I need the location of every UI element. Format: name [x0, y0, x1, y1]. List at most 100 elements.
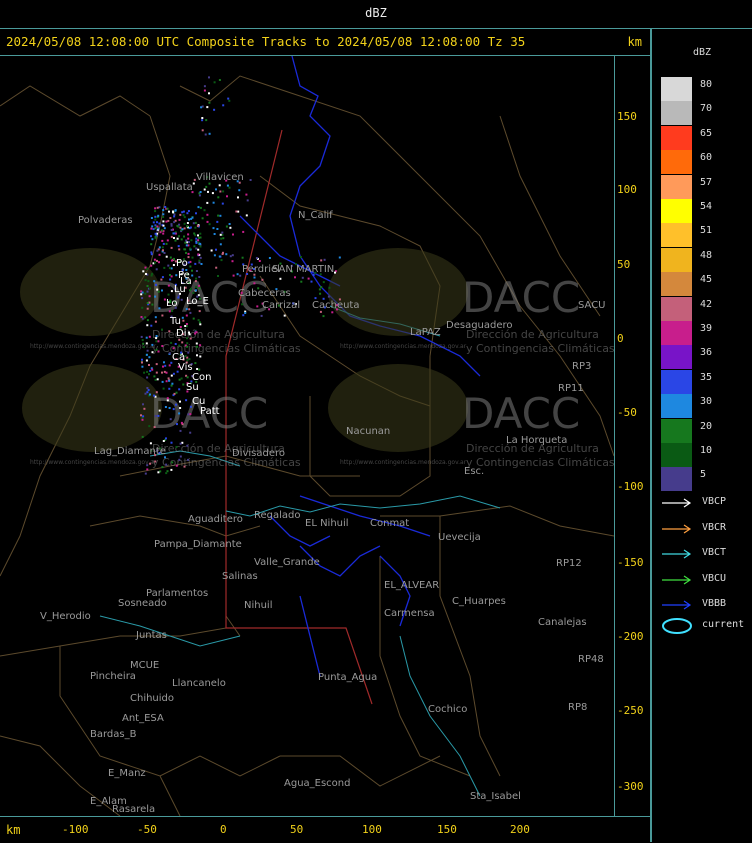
- radar-echo-pixel: [196, 225, 199, 227]
- radar-echo-pixel: [157, 414, 160, 417]
- color-swatch-value: 36: [700, 347, 713, 359]
- radar-echo-pixel: [197, 206, 200, 209]
- radar-echo-pixel: [185, 244, 188, 247]
- radar-echo-pixel: [144, 392, 147, 395]
- radar-echo-pixel: [158, 409, 161, 412]
- watermark-line2: y Contingencias Climáticas: [466, 342, 614, 355]
- radar-echo-pixel: [260, 314, 263, 317]
- radar-echo-pixel: [155, 391, 158, 394]
- radar-echo-pixel: [168, 310, 171, 313]
- radar-echo-pixel: [199, 344, 202, 347]
- radar-echo-pixel: [177, 296, 180, 299]
- track-entry: VBBB: [660, 598, 750, 612]
- radar-echo-pixel: [173, 213, 176, 216]
- radar-map[interactable]: DACC DACC DACC DACC Dirección de Agricul…: [0, 56, 614, 816]
- place-label: Cochico: [428, 704, 467, 715]
- storm-id-label: Tu: [169, 316, 181, 327]
- radar-echo-pixel: [154, 316, 157, 319]
- radar-echo-pixel: [199, 245, 202, 248]
- x-tick: 150: [437, 823, 457, 836]
- radar-echo-pixel: [154, 218, 157, 221]
- radar-echo-pixel: [186, 359, 189, 362]
- radar-echo-pixel: [178, 344, 181, 347]
- radar-echo-pixel: [197, 234, 199, 237]
- storm-id-label: Patt: [200, 406, 220, 417]
- y-tick: -50: [617, 406, 637, 419]
- radar-echo-pixel: [166, 239, 169, 242]
- radar-echo-pixel: [174, 343, 177, 345]
- radar-echo-pixel: [159, 470, 162, 473]
- radar-echo-pixel: [154, 235, 157, 238]
- radar-echo-pixel: [154, 414, 157, 417]
- color-swatch-value: 70: [700, 103, 713, 115]
- radar-echo-pixel: [229, 255, 232, 258]
- place-label: Polvaderas: [78, 215, 133, 226]
- track-entry: VBCU: [660, 573, 750, 587]
- radar-echo-pixel: [176, 423, 178, 426]
- radar-echo-pixel: [203, 85, 206, 88]
- color-swatch: [661, 223, 692, 248]
- radar-echo-pixel: [141, 435, 144, 438]
- radar-echo-pixel: [181, 316, 184, 319]
- radar-echo-pixel: [162, 220, 165, 223]
- place-label: Cacheuta: [312, 300, 360, 311]
- place-label: RP12: [556, 558, 582, 569]
- radar-echo-pixel: [206, 213, 209, 216]
- radar-echo-pixel: [184, 241, 187, 244]
- radar-echo-pixel: [186, 225, 189, 228]
- x-tick: 50: [290, 823, 304, 836]
- place-label: RP3: [572, 361, 591, 372]
- radar-echo-pixel: [154, 232, 157, 235]
- radar-echo-pixel: [143, 371, 146, 374]
- radar-echo-pixel: [222, 104, 225, 107]
- track-label: VBCU: [702, 572, 727, 584]
- place-label: Desaguadero: [446, 320, 513, 331]
- radar-echo-pixel: [217, 196, 220, 199]
- radar-echo-pixel: [162, 249, 164, 252]
- radar-echo-pixel: [161, 466, 164, 469]
- radar-echo-pixel: [162, 224, 165, 227]
- place-label: Sta_Isabel: [470, 791, 521, 802]
- place-label: EL Nihuil: [305, 518, 349, 529]
- radar-echo-pixel: [158, 307, 161, 310]
- radar-echo-pixel: [198, 276, 201, 278]
- radar-echo-pixel: [149, 287, 151, 290]
- radar-echo-pixel: [237, 210, 240, 213]
- radar-echo-pixel: [154, 378, 157, 381]
- current-ellipse-icon: [662, 618, 692, 634]
- radar-echo-pixel: [151, 272, 154, 275]
- radar-echo-pixel: [197, 239, 200, 242]
- radar-echo-pixel: [165, 220, 168, 223]
- radar-echo-pixel: [217, 214, 220, 217]
- radar-echo-pixel: [239, 274, 242, 277]
- radar-echo-pixel: [268, 257, 271, 259]
- radar-echo-pixel: [183, 465, 186, 468]
- radar-echo-pixel: [199, 355, 202, 358]
- radar-echo-pixel: [149, 442, 152, 445]
- radar-echo-pixel: [245, 214, 248, 217]
- radar-echo-pixel: [193, 232, 196, 235]
- radar-echo-pixel: [178, 235, 180, 238]
- radar-echo-pixel: [146, 319, 149, 322]
- radar-echo-pixel: [192, 292, 195, 294]
- radar-echo-pixel: [213, 254, 216, 257]
- radar-echo-pixel: [205, 119, 208, 122]
- radar-echo-pixel: [199, 191, 202, 193]
- radar-echo-pixel: [180, 377, 183, 380]
- radar-echo-pixel: [245, 193, 248, 196]
- radar-echo-pixel: [194, 362, 197, 365]
- storm-id-label: Po: [176, 258, 188, 269]
- place-label: Lag_Diamante: [94, 446, 166, 457]
- radar-echo-pixel: [146, 387, 149, 389]
- color-swatch-value: 42: [700, 298, 713, 310]
- radar-echo-pixel: [300, 280, 303, 283]
- radar-echo-pixel: [153, 426, 156, 429]
- radar-echo-pixel: [169, 278, 172, 281]
- radar-echo-pixel: [199, 232, 202, 235]
- radar-echo-pixel: [142, 415, 145, 418]
- radar-echo-pixel: [242, 230, 245, 233]
- radar-echo-pixel: [322, 281, 325, 284]
- radar-echo-pixel: [199, 206, 202, 209]
- place-label: Regalado: [254, 510, 301, 521]
- radar-echo-pixel: [179, 226, 182, 229]
